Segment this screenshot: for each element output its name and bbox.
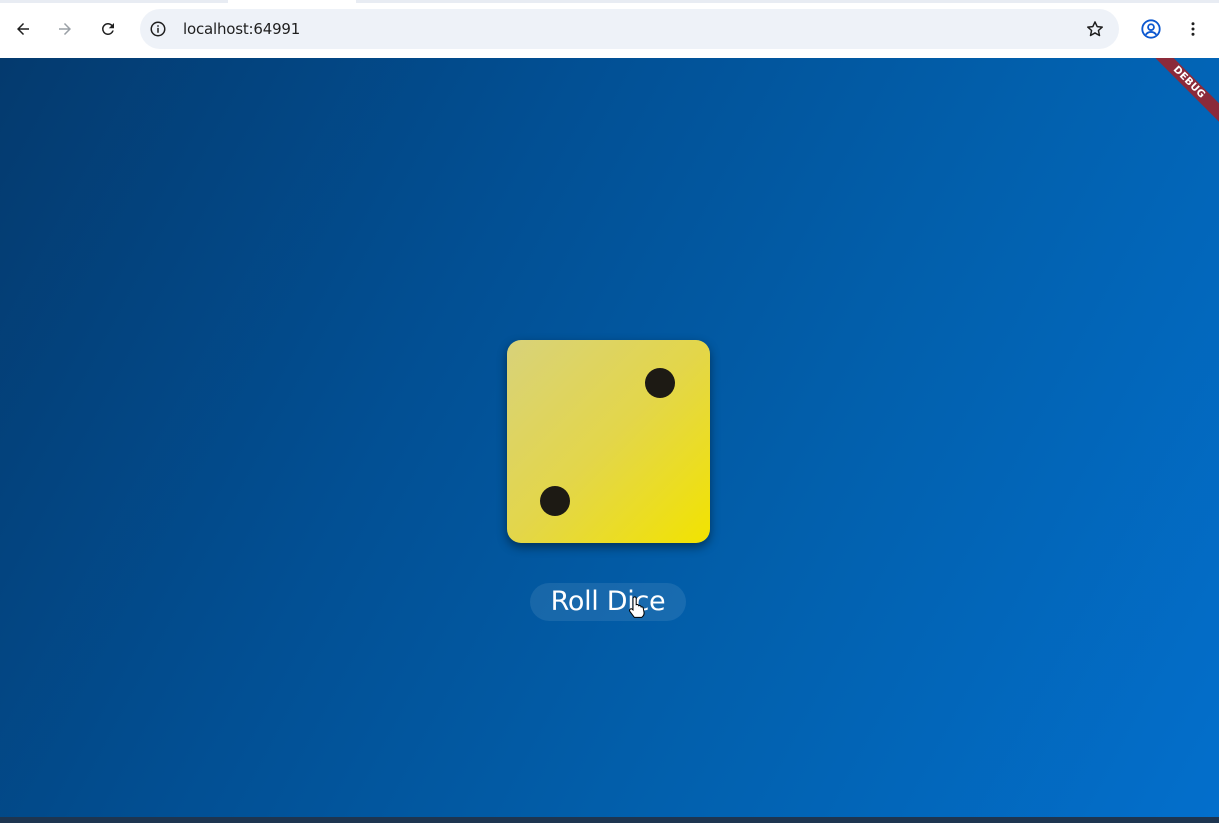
reload-button[interactable] <box>92 13 124 45</box>
reload-icon <box>102 22 114 35</box>
app-canvas: DEBUG Roll Dice <box>0 58 1219 817</box>
browser-toolbar: localhost:64991 <box>0 0 1219 58</box>
debug-banner: DEBUG <box>1141 58 1219 130</box>
dice-pip <box>645 368 675 398</box>
window-bottom-edge <box>0 817 1219 823</box>
tab-strip-edge <box>0 0 1219 3</box>
arrow-right-icon <box>59 23 71 35</box>
address-bar[interactable]: localhost:64991 <box>140 9 1119 49</box>
hand-cursor-icon <box>629 596 645 618</box>
dice-pip <box>540 486 570 516</box>
url-text[interactable]: localhost:64991 <box>183 9 300 49</box>
menu-button[interactable] <box>1177 13 1209 45</box>
kebab-menu-icon <box>1191 22 1195 36</box>
active-tab-edge[interactable] <box>228 0 356 3</box>
arrow-left-icon <box>17 23 29 35</box>
roll-dice-button[interactable]: Roll Dice <box>530 583 686 621</box>
profile-icon <box>1141 19 1161 39</box>
back-button[interactable] <box>7 13 39 45</box>
star-icon[interactable] <box>1085 19 1105 39</box>
info-icon[interactable] <box>149 20 167 38</box>
profile-button[interactable] <box>1135 13 1167 45</box>
forward-button[interactable] <box>49 13 81 45</box>
dice-face[interactable] <box>507 340 710 543</box>
